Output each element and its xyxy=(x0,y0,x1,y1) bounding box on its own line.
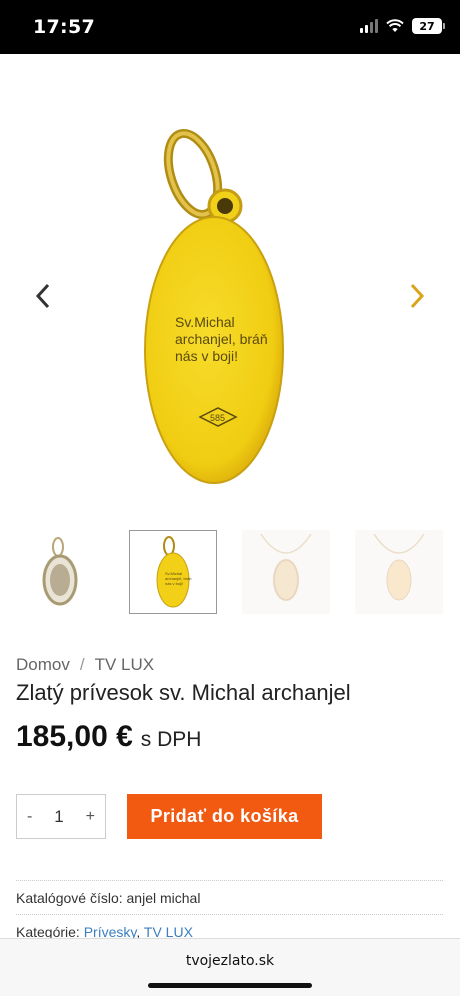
vat-label: s DPH xyxy=(140,728,202,751)
pendant-image: Sv.Michal archanjel, bráň nás v boji! 58… xyxy=(144,128,284,484)
sku-row: Katalógové číslo: anjel michal xyxy=(16,890,200,906)
status-time: 17:57 xyxy=(33,16,95,38)
pendant-front-thumbnail xyxy=(42,537,78,606)
battery-icon: 27 xyxy=(412,18,445,34)
breadcrumb-category[interactable]: TV LUX xyxy=(95,655,155,675)
divider xyxy=(16,880,443,881)
cellular-signal-icon xyxy=(360,19,378,33)
thumbnail-2-active[interactable]: Sv.Michal archanjel, bráň nás v boji! xyxy=(129,530,217,614)
gallery-prev-button[interactable] xyxy=(26,279,60,313)
quantity-stepper: - 1 + xyxy=(16,794,106,839)
engraving-line-1: Sv.Michal xyxy=(175,314,235,330)
browser-url-bar[interactable]: tvojezlato.sk xyxy=(0,938,460,996)
quantity-decrease-button[interactable]: - xyxy=(27,808,32,826)
home-indicator xyxy=(148,983,312,988)
sku-value: anjel michal xyxy=(126,890,201,906)
thumb-engraving-line-3: nás v boji! xyxy=(165,581,183,586)
pendant-back-thumbnail: Sv.Michal archanjel, bráň nás v boji! xyxy=(156,536,191,608)
wifi-icon xyxy=(386,19,404,32)
chevron-left-icon xyxy=(35,283,50,309)
quantity-input[interactable]: 1 xyxy=(54,807,63,827)
breadcrumb: Domov / TV LUX xyxy=(16,655,154,675)
add-to-cart-button[interactable]: Pridať do košíka xyxy=(127,794,322,839)
quantity-increase-button[interactable]: + xyxy=(86,808,95,826)
engraving-line-3: nás v boji! xyxy=(175,348,238,364)
product-gallery[interactable]: Sv.Michal archanjel, bráň nás v boji! 58… xyxy=(0,54,460,524)
product-title: Zlatý prívesok sv. Michal archanjel xyxy=(16,680,351,705)
price-row: 185,00 € s DPH xyxy=(16,720,201,754)
status-icons: 27 xyxy=(360,18,445,34)
thumbnail-4[interactable] xyxy=(355,530,443,614)
divider xyxy=(16,914,443,915)
gallery-next-button[interactable] xyxy=(400,279,434,313)
status-bar: 17:57 27 xyxy=(0,0,460,54)
thumbnail-1[interactable] xyxy=(16,530,104,614)
sku-label: Katalógové číslo: xyxy=(16,890,123,906)
pendant-chain-back-thumbnail xyxy=(373,533,425,601)
thumbnail-3[interactable] xyxy=(242,530,330,614)
product-price: 185,00 € xyxy=(16,720,133,753)
breadcrumb-home[interactable]: Domov xyxy=(16,655,70,675)
pendant-chain-thumbnail xyxy=(260,533,312,601)
gallery-thumbnails: Sv.Michal archanjel, bráň nás v boji! xyxy=(16,530,446,616)
breadcrumb-separator: / xyxy=(79,655,85,674)
chevron-right-icon xyxy=(410,283,425,309)
hallmark-585: 585 xyxy=(210,413,225,423)
engraving-line-2: archanjel, bráň xyxy=(175,331,268,347)
url-text[interactable]: tvojezlato.sk xyxy=(0,953,460,969)
